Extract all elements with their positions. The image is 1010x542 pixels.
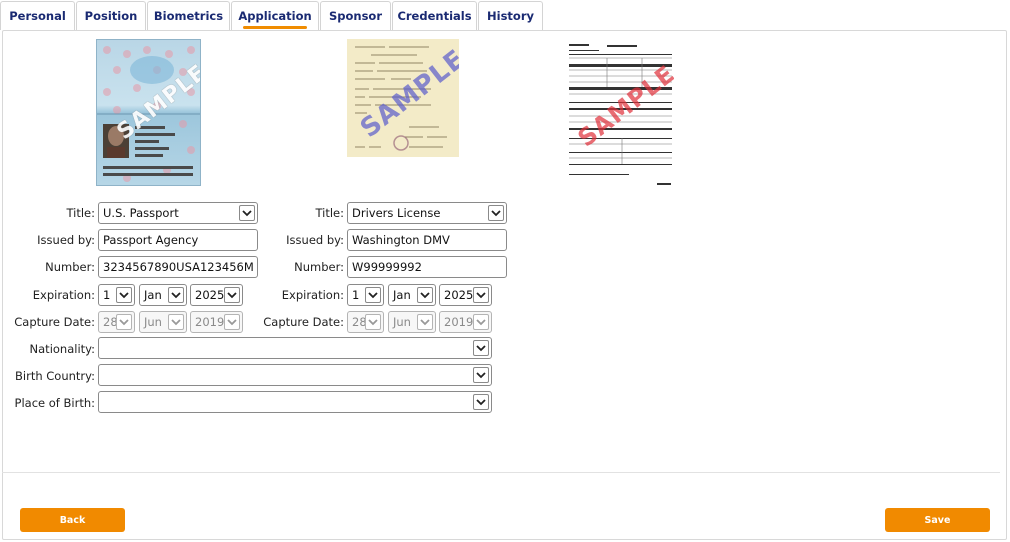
tab-personal[interactable]: Personal <box>0 1 75 30</box>
chevron-down-icon <box>473 367 489 383</box>
license-cap-month-select: Jun <box>388 311 436 333</box>
license-number-input[interactable]: W99999992 <box>347 256 507 278</box>
tab-credentials[interactable]: Credentials <box>392 1 477 30</box>
tab-position[interactable]: Position <box>76 1 146 30</box>
license-cap-year-value: 2019 <box>444 315 474 329</box>
license-title-value: Drivers License <box>352 206 441 220</box>
birth-country-label: Birth Country: <box>15 369 95 383</box>
chevron-down-icon <box>473 287 489 303</box>
passport-cap-day-select: 28 <box>98 311 135 333</box>
expiration-label: Expiration: <box>32 288 95 302</box>
nationality-label: Nationality: <box>29 342 95 356</box>
passport-exp-day-value: 1 <box>103 288 111 302</box>
number-label: Number: <box>45 260 95 274</box>
license-exp-year-select[interactable]: 2025 <box>439 284 492 306</box>
chevron-down-icon <box>116 287 132 303</box>
passport-issued-by-input[interactable]: Passport Agency <box>98 229 258 251</box>
chevron-down-icon <box>116 314 132 330</box>
license-number-value: W99999992 <box>352 260 422 274</box>
passport-issued-by-value: Passport Agency <box>103 233 199 247</box>
issued-by-label: Issued by: <box>286 233 344 247</box>
place-of-birth-label: Place of Birth: <box>14 396 95 410</box>
passport-title-value: U.S. Passport <box>103 206 179 220</box>
chevron-down-icon <box>365 314 381 330</box>
passport-title-select[interactable]: U.S. Passport <box>98 202 258 224</box>
passport-exp-day-select[interactable]: 1 <box>98 284 135 306</box>
chevron-down-icon <box>365 287 381 303</box>
place-of-birth-select[interactable] <box>98 391 492 413</box>
chevron-down-icon <box>473 314 489 330</box>
passport-exp-month-select[interactable]: Jan <box>139 284 187 306</box>
license-exp-month-value: Jan <box>393 288 411 302</box>
passport-image[interactable]: SAMPLE <box>96 39 201 186</box>
chevron-down-icon <box>473 340 489 356</box>
chevron-down-icon <box>417 314 433 330</box>
license-title-select[interactable]: Drivers License <box>347 202 507 224</box>
capture-date-label: Capture Date: <box>14 315 95 329</box>
nationality-select[interactable] <box>98 337 492 359</box>
chevron-down-icon <box>168 287 184 303</box>
license-issued-by-input[interactable]: Washington DMV <box>347 229 507 251</box>
passport-cap-year-select: 2019 <box>190 311 243 333</box>
form-image[interactable]: SAMPLE <box>567 42 674 186</box>
title-label: Title: <box>66 206 95 220</box>
license-image[interactable]: SAMPLE <box>347 39 459 157</box>
capture-date-label: Capture Date: <box>263 315 344 329</box>
chevron-down-icon <box>224 314 240 330</box>
tab-bar: Personal Position Biometrics Application… <box>0 1 544 30</box>
license-exp-day-value: 1 <box>352 288 360 302</box>
passport-number-input[interactable]: 3234567890USA123456M <box>98 256 258 278</box>
number-label: Number: <box>294 260 344 274</box>
license-cap-year-select: 2019 <box>439 311 492 333</box>
tab-application[interactable]: Application <box>231 1 319 30</box>
license-exp-year-value: 2025 <box>444 288 474 302</box>
tab-sponsor[interactable]: Sponsor <box>320 1 391 30</box>
tab-history[interactable]: History <box>478 1 543 30</box>
tab-biometrics[interactable]: Biometrics <box>147 1 230 30</box>
license-issued-by-value: Washington DMV <box>352 233 450 247</box>
chevron-down-icon <box>417 287 433 303</box>
expiration-label: Expiration: <box>281 288 344 302</box>
chevron-down-icon <box>473 394 489 410</box>
chevron-down-icon <box>488 205 504 221</box>
chevron-down-icon <box>168 314 184 330</box>
issued-by-label: Issued by: <box>37 233 95 247</box>
birth-country-select[interactable] <box>98 364 492 386</box>
footer-divider <box>2 472 1000 473</box>
save-button[interactable]: Save <box>885 508 990 532</box>
passport-cap-year-value: 2019 <box>195 315 225 329</box>
back-button[interactable]: Back <box>20 508 125 532</box>
license-exp-month-select[interactable]: Jan <box>388 284 436 306</box>
license-cap-day-select: 28 <box>347 311 384 333</box>
passport-number-value: 3234567890USA123456M <box>103 260 254 274</box>
license-exp-day-select[interactable]: 1 <box>347 284 384 306</box>
license-cap-month-value: Jun <box>393 315 411 329</box>
chevron-down-icon <box>224 287 240 303</box>
passport-exp-month-value: Jan <box>144 288 162 302</box>
title-label: Title: <box>315 206 344 220</box>
passport-cap-month-value: Jun <box>144 315 162 329</box>
passport-exp-year-select[interactable]: 2025 <box>190 284 243 306</box>
passport-exp-year-value: 2025 <box>195 288 225 302</box>
passport-cap-month-select: Jun <box>139 311 187 333</box>
